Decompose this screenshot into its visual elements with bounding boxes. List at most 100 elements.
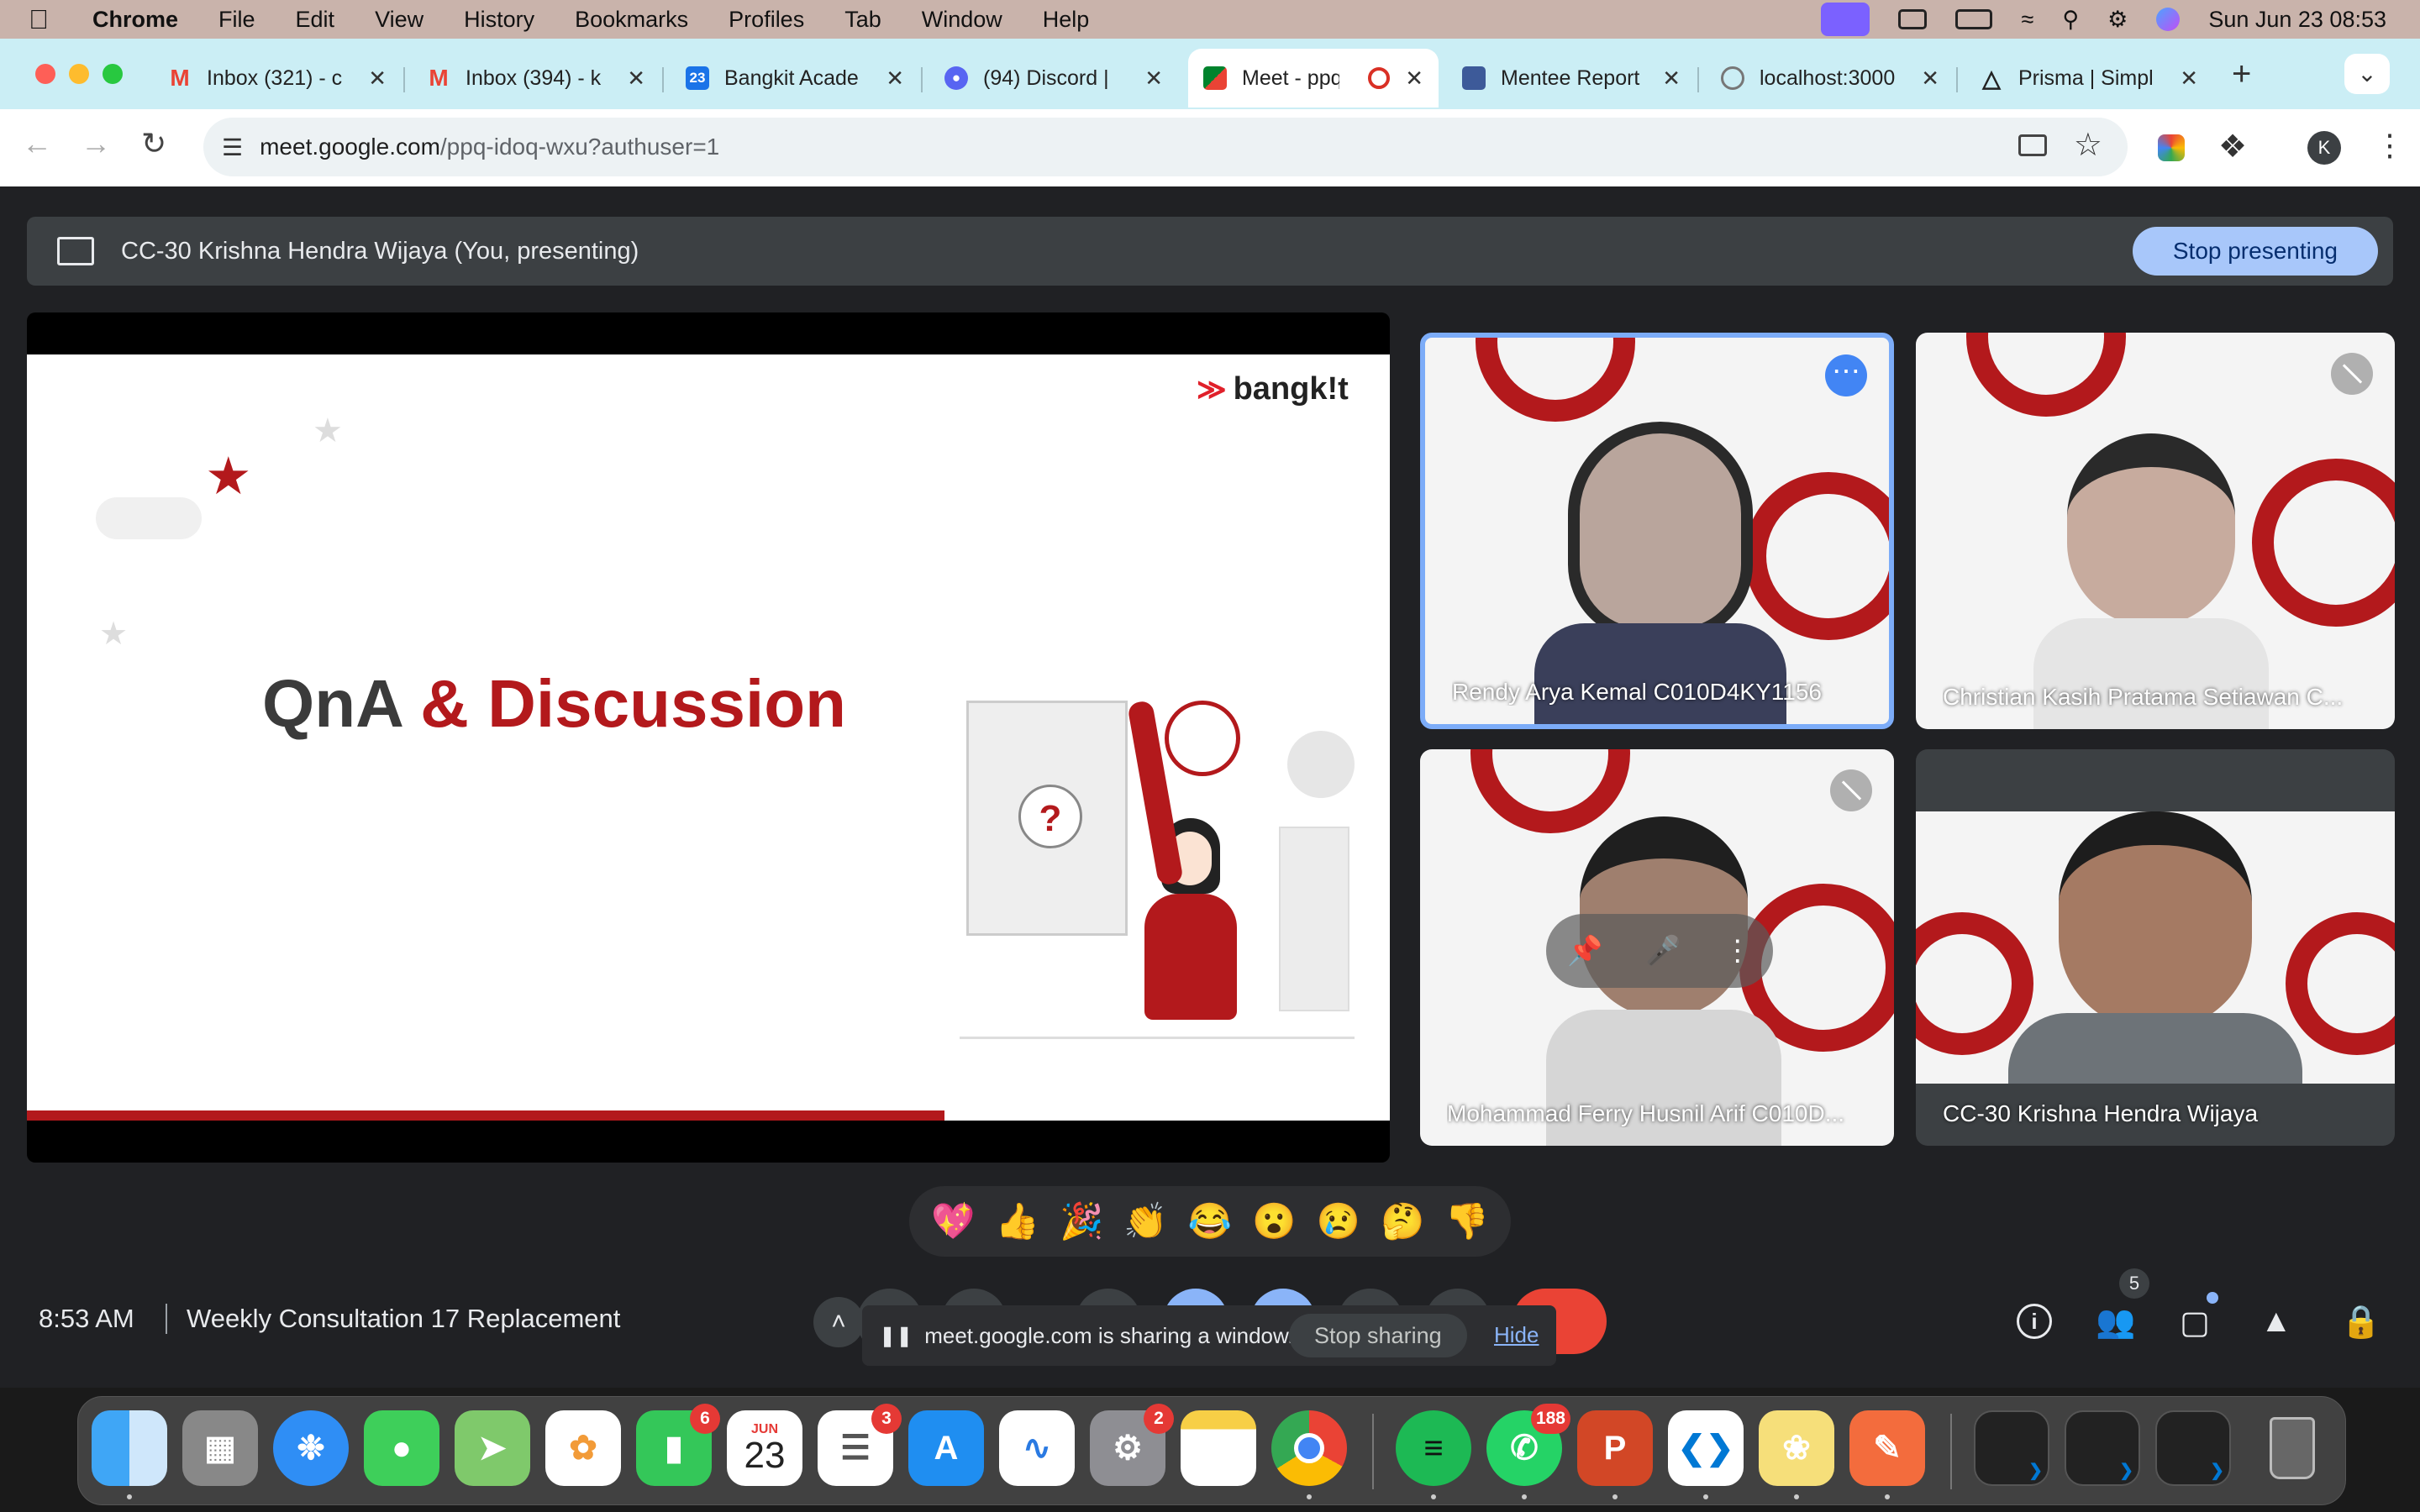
site-info-icon[interactable]: ☰ xyxy=(222,134,243,161)
reaction-party-popper[interactable]: 🎉 xyxy=(1060,1201,1103,1242)
siri-icon[interactable] xyxy=(2156,8,2181,31)
battery-icon[interactable] xyxy=(1955,9,1993,29)
dock-pawxy-app[interactable]: ❀ xyxy=(1759,1410,1834,1499)
dock-whatsapp[interactable]: ✆ 188 xyxy=(1486,1404,1570,1499)
tab-localhost[interactable]: localhost:3000 ✕ xyxy=(1706,49,1954,108)
menu-window[interactable]: Window xyxy=(922,7,1002,33)
stop-presenting-button[interactable]: Stop presenting xyxy=(2132,227,2378,276)
dock-minimized-window[interactable]: ❯ xyxy=(2065,1410,2140,1486)
close-icon[interactable]: ✕ xyxy=(368,66,387,92)
close-icon[interactable]: ✕ xyxy=(627,66,645,92)
participant-tile[interactable]: Christian Kasih Pratama Setiawan C... xyxy=(1916,333,2395,729)
tab-google-meet[interactable]: Meet - ppq ✕ xyxy=(1188,49,1439,108)
menubar-clock[interactable]: Sun Jun 23 08:53 xyxy=(2208,7,2386,33)
wifi-icon[interactable]: ≈ xyxy=(2021,7,2033,33)
menu-tab[interactable]: Tab xyxy=(844,7,881,33)
control-center-icon[interactable]: ⚙ xyxy=(2107,7,2128,33)
dock-chrome[interactable] xyxy=(1271,1410,1347,1499)
spotlight-search-icon[interactable]: ⚲ xyxy=(2062,7,2079,33)
menu-view[interactable]: View xyxy=(375,7,424,33)
dock-safari[interactable]: ❉ xyxy=(273,1410,349,1486)
tab-bangkit-academy[interactable]: 23 Bangkit Acade ✕ xyxy=(671,49,919,108)
window-minimize-button[interactable] xyxy=(69,64,89,84)
participant-tile[interactable]: 📌 🎤 ⋮ Mohammad Ferry Husnil Arif C010D..… xyxy=(1420,749,1894,1146)
close-icon[interactable]: ✕ xyxy=(1144,66,1163,92)
reaction-crying[interactable]: 😢 xyxy=(1317,1201,1360,1242)
people-icon[interactable]: 👥 xyxy=(2096,1304,2135,1341)
chat-icon[interactable]: ▢ xyxy=(2180,1304,2210,1341)
dock-minimized-window[interactable]: ❯ xyxy=(1974,1410,2049,1486)
control-chevron-up-button[interactable]: ˄ xyxy=(813,1297,864,1347)
dock-photos[interactable]: ✿ xyxy=(545,1410,621,1486)
close-icon[interactable]: ✕ xyxy=(1405,66,1423,92)
close-icon[interactable]: ✕ xyxy=(886,66,904,92)
reaction-thumbs-up[interactable]: 👍 xyxy=(996,1201,1039,1242)
back-arrow-icon[interactable]: ← xyxy=(22,126,52,161)
dock-vscode[interactable]: ❮❯ xyxy=(1668,1410,1744,1499)
dock-launchpad[interactable]: ▦ xyxy=(182,1410,258,1486)
extensions-puzzle-icon[interactable]: ❖ xyxy=(2218,128,2247,165)
reaction-clapping[interactable]: 👏 xyxy=(1123,1201,1167,1242)
window-close-button[interactable] xyxy=(35,64,55,84)
bookmark-star-icon[interactable]: ☆ xyxy=(2074,126,2102,164)
menu-help[interactable]: Help xyxy=(1043,7,1090,33)
tab-search-chevron-icon[interactable]: ⌄ xyxy=(2344,54,2390,94)
tab-mentee-report[interactable]: Mentee Report ✕ xyxy=(1447,49,1696,108)
window-zoom-button[interactable] xyxy=(103,64,123,84)
dock-freeform[interactable]: ∿ xyxy=(999,1410,1075,1486)
menu-bookmarks[interactable]: Bookmarks xyxy=(575,7,688,33)
chrome-menu-kebab-icon[interactable]: ⋮ xyxy=(2375,128,2405,163)
dock-facetime[interactable]: ▮ 6 xyxy=(636,1404,720,1486)
pause-icon[interactable]: ❚❚ xyxy=(879,1324,913,1348)
close-icon[interactable]: ✕ xyxy=(1662,66,1681,92)
dock-calendar[interactable]: JUN 23 xyxy=(727,1410,802,1486)
dock-finder[interactable] xyxy=(92,1410,167,1499)
chrome-extension-color-icon[interactable] xyxy=(2158,134,2185,161)
dock-postman[interactable]: ✎ xyxy=(1849,1410,1925,1499)
dock-system-settings[interactable]: ⚙ 2 xyxy=(1090,1404,1174,1486)
activities-icon[interactable]: ▲ xyxy=(2260,1304,2292,1340)
profile-avatar[interactable]: K xyxy=(2307,131,2341,165)
menu-history[interactable]: History xyxy=(464,7,534,33)
pin-icon[interactable]: 📌 xyxy=(1567,934,1602,968)
dock-app-store[interactable]: A xyxy=(908,1410,984,1486)
reaction-thumbs-down[interactable]: 👎 xyxy=(1445,1201,1489,1242)
meeting-info-icon[interactable]: i xyxy=(2017,1304,2052,1339)
reaction-laughing[interactable]: 😂 xyxy=(1188,1201,1232,1242)
menu-app-name[interactable]: Chrome xyxy=(92,7,178,33)
more-options-icon[interactable]: ⋯ xyxy=(1825,354,1867,396)
reaction-sparkling-heart[interactable]: 💖 xyxy=(931,1201,975,1242)
participant-tile[interactable]: ⋯ Rendy Arya Kemal C010D4KY1156 xyxy=(1420,333,1894,729)
gamepad-icon[interactable] xyxy=(1898,9,1928,29)
dock-maps[interactable]: ➤ xyxy=(455,1410,530,1486)
close-icon[interactable]: ✕ xyxy=(1921,66,1939,92)
menu-edit[interactable]: Edit xyxy=(296,7,335,33)
forward-arrow-icon[interactable]: → xyxy=(81,126,111,161)
meeting-title[interactable]: Weekly Consultation 17 Replacement xyxy=(187,1304,620,1334)
hide-banner-link[interactable]: Hide xyxy=(1494,1322,1539,1348)
tab-discord[interactable]: ● (94) Discord | ✕ xyxy=(929,49,1178,108)
tab-prisma[interactable]: △ Prisma | Simpl ✕ xyxy=(1965,49,2213,108)
menu-file[interactable]: File xyxy=(218,7,255,33)
tab-gmail-1[interactable]: M Inbox (321) - c ✕ xyxy=(153,49,402,108)
camera-in-use-icon[interactable] xyxy=(2018,134,2047,156)
reload-icon[interactable]: ↻ xyxy=(141,126,166,161)
new-tab-plus-icon[interactable]: + xyxy=(2232,55,2251,93)
dock-powerpoint[interactable]: P xyxy=(1577,1410,1653,1499)
reaction-thinking[interactable]: 🤔 xyxy=(1381,1201,1424,1242)
apple-menu-icon[interactable]:  xyxy=(29,4,49,35)
address-bar[interactable]: ☰ meet.google.com/ppq-idoq-wxu?authuser=… xyxy=(203,118,2128,176)
screen-share-status-icon[interactable] xyxy=(1821,3,1870,36)
dock-notes[interactable] xyxy=(1181,1410,1256,1486)
reaction-surprised[interactable]: 😮 xyxy=(1252,1201,1296,1242)
dock-trash[interactable] xyxy=(2254,1410,2330,1486)
menu-profiles[interactable]: Profiles xyxy=(729,7,804,33)
participant-tile[interactable]: CC-30 Krishna Hendra Wijaya xyxy=(1916,749,2395,1146)
host-controls-lock-icon[interactable]: 🔒 xyxy=(2341,1304,2381,1341)
dock-messages[interactable]: ● xyxy=(364,1410,439,1486)
dock-minimized-window[interactable]: ❯ xyxy=(2155,1410,2231,1486)
dock-reminders[interactable]: ☰ 3 xyxy=(818,1404,902,1486)
tab-gmail-2[interactable]: M Inbox (394) - k ✕ xyxy=(412,49,660,108)
dock-spotify[interactable]: ≡ xyxy=(1396,1410,1471,1499)
close-icon[interactable]: ✕ xyxy=(2180,66,2198,92)
